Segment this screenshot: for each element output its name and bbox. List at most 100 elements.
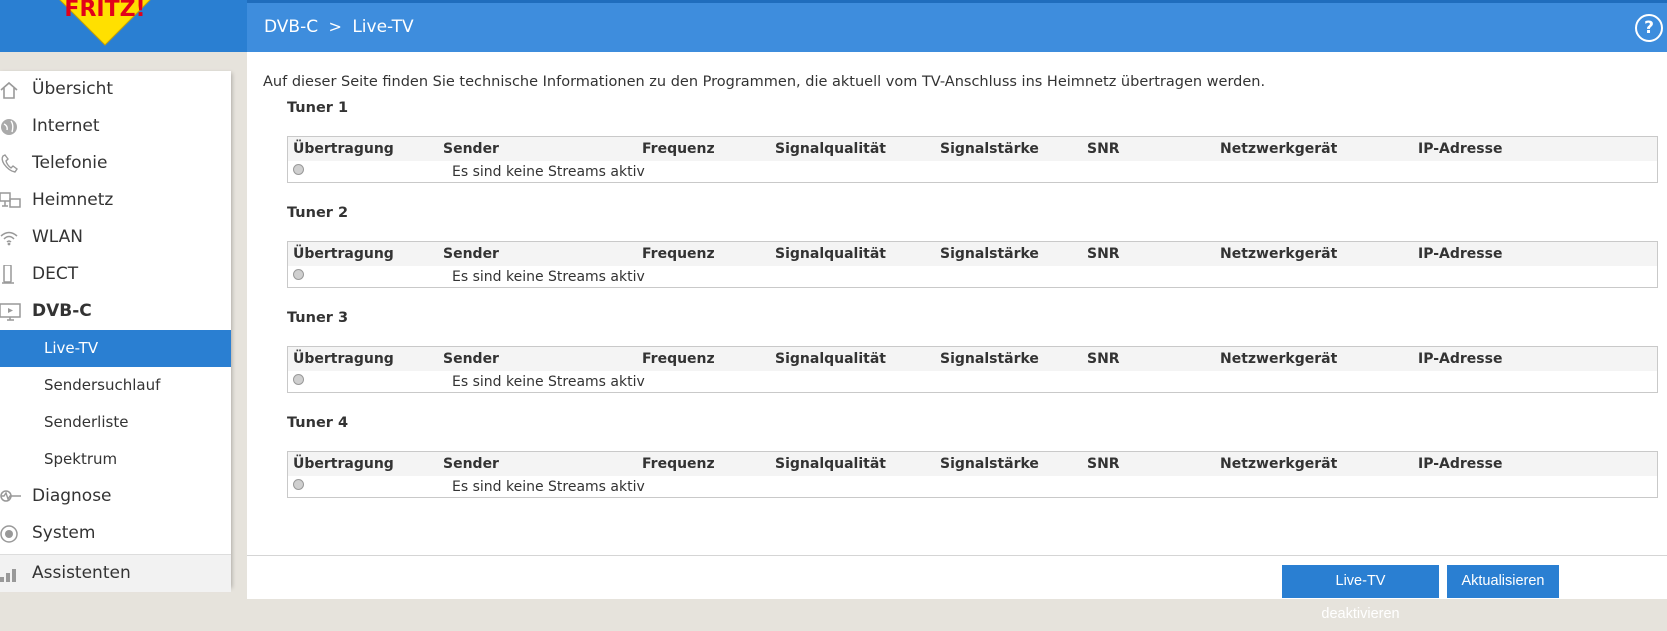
sidebar-item-label: Heimnetz (32, 190, 114, 210)
column-header: Signalqualität (775, 351, 886, 367)
main-content: Auf dieser Seite finden Sie technische I… (247, 52, 1667, 622)
sidebar-item-assistenten[interactable]: Assistenten (0, 554, 231, 592)
table-header-row: Übertragung Sender Frequenz Signalqualität S… (288, 242, 1657, 266)
column-header: IP-Adresse (1418, 141, 1503, 157)
column-header: Sender (443, 246, 499, 262)
column-header: Signalstärke (940, 141, 1039, 157)
help-icon[interactable]: ? (1635, 14, 1663, 42)
column-header: Signalqualität (775, 141, 886, 157)
column-header: SNR (1087, 351, 1120, 367)
status-indicator-icon (293, 164, 304, 175)
column-header: Signalqualität (775, 246, 886, 262)
network-icon (0, 192, 21, 208)
column-header: Übertragung (293, 351, 394, 367)
tuner-title: Tuner 4 (287, 415, 349, 431)
wifi-icon (0, 231, 18, 246)
svg-text:FRITZ!: FRITZ! (64, 0, 145, 22)
logo-area: FRITZ! (0, 0, 247, 52)
home-icon (0, 81, 18, 99)
sidebar-item-internet[interactable]: Internet (0, 108, 231, 145)
tuner-title: Tuner 1 (287, 100, 349, 116)
footer-divider (247, 555, 1667, 556)
sidebar-item-label: Internet (32, 116, 100, 136)
table-header-row: Übertragung Sender Frequenz Signalqualität S… (288, 452, 1657, 476)
table-header-row: Übertragung Sender Frequenz Signalqualität S… (288, 347, 1657, 371)
column-header: Frequenz (642, 246, 715, 262)
status-indicator-icon (293, 269, 304, 280)
globe-icon (1, 119, 17, 135)
sidebar-item-system[interactable]: System (0, 515, 231, 552)
sidebar-item-wlan[interactable]: WLAN (0, 219, 231, 256)
sidebar: Übersicht Internet Telefonie Heimnetz WL… (0, 71, 231, 592)
status-indicator-icon (293, 479, 304, 490)
column-header: Sender (443, 351, 499, 367)
column-header: Frequenz (642, 351, 715, 367)
refresh-button[interactable]: Aktualisieren (1447, 565, 1559, 598)
column-header: SNR (1087, 456, 1120, 472)
sidebar-item-label: Assistenten (32, 563, 131, 583)
column-header: Sender (443, 141, 499, 157)
status-indicator-icon (293, 374, 304, 385)
no-streams-message: Es sind keine Streams aktiv (452, 269, 645, 285)
breadcrumb-parent[interactable]: DVB-C (264, 17, 318, 37)
column-header: Netzwerkgerät (1220, 456, 1338, 472)
sidebar-item-heimnetz[interactable]: Heimnetz (0, 182, 231, 219)
table-row: Es sind keine Streams aktiv (288, 476, 1657, 498)
sidebar-item-dect[interactable]: DECT (0, 256, 231, 293)
table-header-row: Übertragung Sender Frequenz Signalqualität S… (288, 137, 1657, 161)
column-header: IP-Adresse (1418, 246, 1503, 262)
sidebar-item-label: Übersicht (32, 79, 114, 99)
column-header: Signalqualität (775, 456, 886, 472)
sidebar-item-label: DVB-C (32, 301, 92, 321)
breadcrumb: DVB-C > Live-TV (264, 17, 414, 37)
column-header: Netzwerkgerät (1220, 141, 1338, 157)
deactivate-live-tv-button[interactable]: Live-TV deaktivieren (1282, 565, 1439, 622)
tv-icon (0, 303, 21, 321)
table-row: Es sind keine Streams aktiv (288, 371, 1657, 393)
column-header: Übertragung (293, 456, 394, 472)
sidebar-subitem-senderliste[interactable]: Senderliste (0, 404, 231, 441)
column-header: IP-Adresse (1418, 456, 1503, 472)
column-header: SNR (1087, 246, 1120, 262)
column-header: Frequenz (642, 456, 715, 472)
sidebar-item-dvbc[interactable]: DVB-C (0, 293, 231, 330)
column-header: Netzwerkgerät (1220, 246, 1338, 262)
tuner-title: Tuner 2 (287, 205, 349, 221)
sidebar-item-label: WLAN (32, 227, 84, 247)
tuner-table: Übertragung Sender Frequenz Signalqualität S… (287, 136, 1658, 183)
breadcrumb-separator: > (328, 17, 342, 36)
column-header: IP-Adresse (1418, 351, 1503, 367)
column-header: Signalstärke (940, 351, 1039, 367)
phone-icon (1, 154, 18, 173)
sidebar-item-telefonie[interactable]: Telefonie (0, 145, 231, 182)
table-row: Es sind keine Streams aktiv (288, 266, 1657, 288)
sidebar-item-uebersicht[interactable]: Übersicht (0, 71, 231, 108)
sidebar-subitem-sendersuchlauf[interactable]: Sendersuchlauf (0, 367, 231, 404)
top-bar: DVB-C > Live-TV ? (247, 0, 1667, 52)
sidebar-subitem-live-tv[interactable]: Live-TV (0, 330, 231, 367)
sidebar-item-label: DECT (32, 264, 79, 284)
tuner-table: Übertragung Sender Frequenz Signalqualität S… (287, 346, 1658, 393)
system-icon (0, 525, 18, 543)
table-row: Es sind keine Streams aktiv (288, 161, 1657, 183)
sidebar-subitem-spektrum[interactable]: Spektrum (0, 441, 231, 478)
column-header: Netzwerkgerät (1220, 351, 1338, 367)
sidebar-item-label: Diagnose (32, 486, 112, 506)
assistant-icon (0, 569, 16, 582)
no-streams-message: Es sind keine Streams aktiv (452, 479, 645, 495)
dect-icon (2, 265, 14, 284)
sidebar-item-label: Telefonie (32, 153, 108, 173)
breadcrumb-current: Live-TV (352, 17, 414, 37)
column-header: Frequenz (642, 141, 715, 157)
sidebar-item-diagnose[interactable]: Diagnose (0, 478, 231, 515)
diagnose-icon (0, 490, 21, 502)
tuner-title: Tuner 3 (287, 310, 349, 326)
column-header: Signalstärke (940, 246, 1039, 262)
no-streams-message: Es sind keine Streams aktiv (452, 164, 645, 180)
column-header: Signalstärke (940, 456, 1039, 472)
no-streams-message: Es sind keine Streams aktiv (452, 374, 645, 390)
fritz-logo: FRITZ! (59, 0, 151, 46)
column-header: Übertragung (293, 141, 394, 157)
tuner-table: Übertragung Sender Frequenz Signalqualität S… (287, 451, 1658, 498)
sidebar-item-label: System (32, 523, 96, 543)
